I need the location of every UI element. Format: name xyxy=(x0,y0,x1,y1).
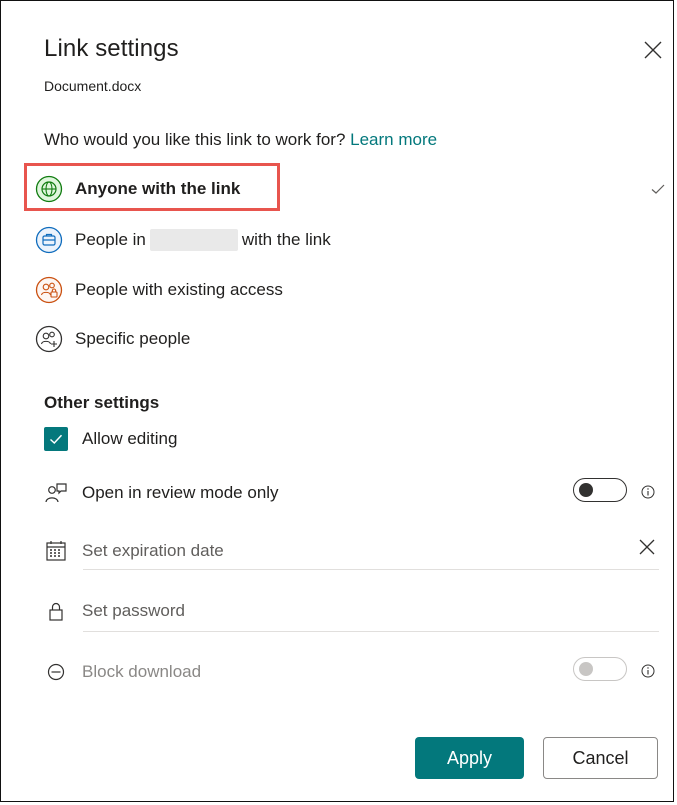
password-underline xyxy=(83,631,659,632)
review-mode-label: Open in review mode only xyxy=(82,483,279,502)
people-add-icon xyxy=(35,325,63,353)
link-settings-dialog: Link settings Document.docx Who would yo… xyxy=(0,0,674,802)
expiration-date-row[interactable]: Set expiration date xyxy=(44,537,658,565)
allow-editing-row[interactable]: Allow editing xyxy=(44,425,177,453)
option-label: People with existing access xyxy=(75,280,283,299)
people-lock-icon xyxy=(35,276,63,304)
block-download-toggle[interactable] xyxy=(573,657,627,681)
block-icon xyxy=(44,660,68,684)
learn-more-link[interactable]: Learn more xyxy=(350,130,437,149)
option-specific-people[interactable]: Specific people xyxy=(35,321,190,357)
audience-question: Who would you like this link to work for… xyxy=(44,130,437,150)
info-icon[interactable] xyxy=(641,664,655,678)
block-download-row: Block download xyxy=(44,658,658,686)
expiration-underline xyxy=(83,569,659,570)
allow-editing-label: Allow editing xyxy=(82,429,178,448)
calendar-icon xyxy=(44,539,68,563)
option-label-suffix: with the link xyxy=(241,230,331,249)
person-feedback-icon xyxy=(44,481,68,505)
check-icon xyxy=(49,434,63,445)
briefcase-icon xyxy=(35,226,63,254)
checkmark-icon xyxy=(651,184,665,194)
password-row[interactable]: Set password xyxy=(44,597,658,625)
password-field[interactable]: Set password xyxy=(82,601,185,621)
review-mode-row: Open in review mode only xyxy=(44,479,658,507)
option-label: Anyone with the link xyxy=(75,179,241,198)
other-settings-heading: Other settings xyxy=(44,393,160,412)
toggle-knob xyxy=(579,483,593,497)
option-label-prefix: People in xyxy=(75,230,146,249)
globe-icon xyxy=(35,175,63,203)
option-anyone-with-link[interactable]: Anyone with the link xyxy=(35,171,240,207)
apply-button[interactable]: Apply xyxy=(415,737,524,779)
info-icon[interactable] xyxy=(641,485,655,499)
review-mode-toggle[interactable] xyxy=(573,478,627,502)
option-people-in-org[interactable]: People in with the link xyxy=(35,222,331,258)
option-label: Specific people xyxy=(75,329,191,348)
file-name: Document.docx xyxy=(44,78,142,94)
block-download-label: Block download xyxy=(82,662,202,681)
audience-question-text: Who would you like this link to work for… xyxy=(44,130,346,149)
toggle-knob xyxy=(579,662,593,676)
allow-editing-checkbox[interactable] xyxy=(44,427,68,451)
expiration-date-field[interactable]: Set expiration date xyxy=(82,541,224,561)
dialog-title: Link settings xyxy=(44,35,179,62)
close-icon[interactable] xyxy=(642,39,664,61)
cancel-button[interactable]: Cancel xyxy=(543,737,658,779)
redacted-org-name xyxy=(149,229,238,251)
option-existing-access[interactable]: People with existing access xyxy=(35,272,283,308)
clear-date-icon[interactable] xyxy=(638,538,656,556)
lock-icon xyxy=(44,599,68,623)
